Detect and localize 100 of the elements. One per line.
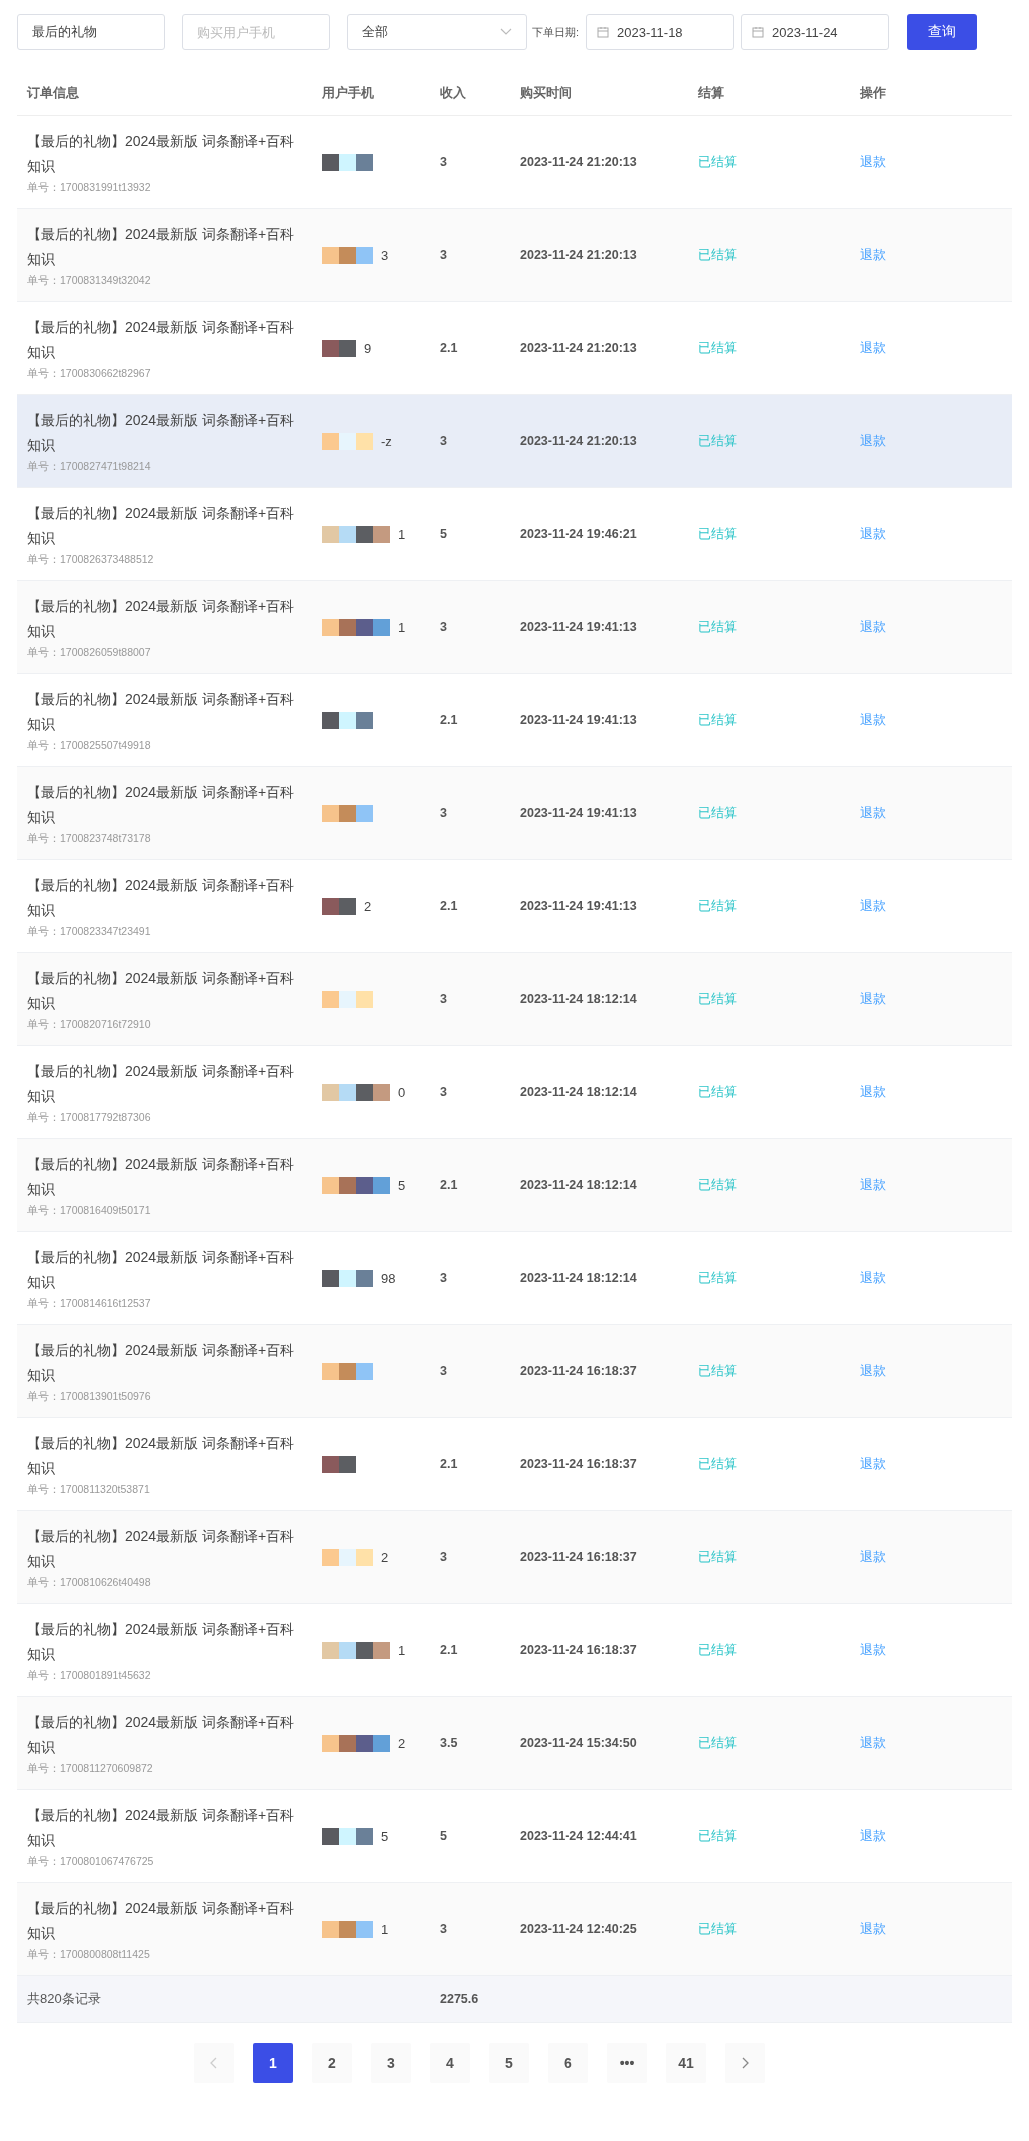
- refund-link[interactable]: 退款: [860, 246, 960, 264]
- page-button[interactable]: 2: [312, 2043, 352, 2083]
- column-header: 操作: [860, 83, 887, 102]
- redaction-mosaic-drawing: [322, 1920, 373, 1938]
- time-cell-text: 2023-11-24 16:18:37: [520, 1550, 638, 1564]
- order-number: 单号：1700827471t98214: [27, 460, 152, 474]
- income-cell-text: 3: [440, 1922, 448, 1936]
- product-title: 【最后的礼物】2024最新版 词条翻译+百科知识: [27, 1434, 296, 1478]
- order-number: 单号：1700820716t72910: [27, 1018, 152, 1032]
- previous-page-button[interactable]: [194, 2043, 234, 2083]
- settlement-status: 已结算: [698, 1362, 738, 1380]
- order-number: 单号：1700823347t23491: [27, 925, 152, 939]
- redaction-mosaic-drawing: [322, 1641, 390, 1659]
- settlement-status: 已结算: [698, 246, 738, 264]
- refund-link[interactable]: 退款: [860, 1641, 960, 1659]
- refund-link[interactable]: 退款: [860, 1455, 960, 1473]
- settlement-status: 已结算: [698, 1083, 738, 1101]
- income-cell-text: 2.1: [440, 1643, 459, 1657]
- phone-fragment: -z: [381, 433, 392, 449]
- product-title: 【最后的礼物】2024最新版 词条翻译+百科知识: [27, 1527, 296, 1571]
- column-header: 订单信息: [26, 83, 80, 102]
- product-title: 【最后的礼物】2024最新版 词条翻译+百科知识: [27, 1062, 296, 1106]
- time-cell-text: 2023-11-24 18:12:14: [520, 1085, 638, 1099]
- refund-link[interactable]: 退款: [860, 432, 960, 450]
- time-cell-text: 2023-11-24 19:41:13: [520, 806, 638, 820]
- phone-fragment: 2: [364, 898, 372, 914]
- refund-link[interactable]: 退款: [860, 897, 960, 915]
- date-from-field[interactable]: 2023-11-18: [586, 14, 735, 50]
- time-cell-text: 2023-11-24 16:18:37: [520, 1643, 638, 1657]
- total-records: 共820条记录: [26, 1990, 102, 2008]
- search-button[interactable]: 查询: [907, 14, 978, 50]
- refund-link[interactable]: 退款: [860, 618, 960, 636]
- refund-link[interactable]: 退款: [860, 804, 960, 822]
- page-button[interactable]: 6: [548, 2043, 588, 2083]
- income-cell-text: 2.1: [440, 1457, 459, 1471]
- income-cell-text: 3: [440, 1550, 448, 1564]
- income-cell-text: 3: [440, 1364, 448, 1378]
- product-field[interactable]: 最后的礼物: [17, 14, 165, 50]
- settlement-status: 已结算: [698, 339, 738, 357]
- product-title: 【最后的礼物】2024最新版 词条翻译+百科知识: [27, 1155, 296, 1199]
- refund-link[interactable]: 退款: [860, 153, 960, 171]
- phone-fragment: 1: [381, 1921, 389, 1937]
- order-number: 单号：1700823748t73178: [27, 832, 152, 846]
- settlement-status: 已结算: [698, 1827, 738, 1845]
- refund-link[interactable]: 退款: [860, 990, 960, 1008]
- refund-link[interactable]: 退款: [860, 525, 960, 543]
- product-title: 【最后的礼物】2024最新版 词条翻译+百科知识: [27, 411, 296, 455]
- redaction-mosaic-drawing: [322, 804, 373, 822]
- order-number: 单号：1700801067476725: [27, 1855, 155, 1869]
- redaction-mosaic-drawing: [322, 153, 373, 171]
- product-title: 【最后的礼物】2024最新版 词条翻译+百科知识: [27, 1899, 296, 1943]
- page-button[interactable]: 3: [371, 2043, 411, 2083]
- redaction-mosaic-drawing: [322, 1548, 373, 1566]
- product-title: 【最后的礼物】2024最新版 词条翻译+百科知识: [27, 1341, 296, 1385]
- product-title: 【最后的礼物】2024最新版 词条翻译+百科知识: [27, 690, 296, 734]
- redaction-mosaic-drawing: [322, 525, 390, 543]
- phone-fragment: 0: [398, 1084, 406, 1100]
- page-button[interactable]: 41: [666, 2043, 706, 2083]
- next-page-button[interactable]: [725, 2043, 765, 2083]
- product-title: 【最后的礼物】2024最新版 词条翻译+百科知识: [27, 132, 296, 176]
- income-cell-text: 3: [440, 248, 448, 262]
- refund-link[interactable]: 退款: [860, 1362, 960, 1380]
- time-cell-text: 2023-11-24 21:20:13: [520, 434, 638, 448]
- settlement-status: 已结算: [698, 618, 738, 636]
- settlement-status: 已结算: [698, 1176, 738, 1194]
- chevron-down-icon: [500, 28, 512, 36]
- settlement-status: 已结算: [698, 990, 738, 1008]
- date-label: 下单日期:: [532, 24, 580, 40]
- order-number: 单号：1700831349t32042: [27, 274, 152, 288]
- refund-link[interactable]: 退款: [860, 1176, 960, 1194]
- income-cell-text: 3: [440, 620, 448, 634]
- phone-fragment: 5: [381, 1828, 389, 1844]
- refund-link[interactable]: 退款: [860, 1920, 960, 1938]
- income-cell-text: 3: [440, 434, 448, 448]
- page-button[interactable]: 5: [489, 2043, 529, 2083]
- refund-link[interactable]: 退款: [860, 1083, 960, 1101]
- refund-link[interactable]: 退款: [860, 1734, 960, 1752]
- phone-fragment: 9: [364, 340, 372, 356]
- refund-link[interactable]: 退款: [860, 1548, 960, 1566]
- page-button[interactable]: •••: [607, 2043, 647, 2083]
- redaction-mosaic-drawing: [322, 1734, 390, 1752]
- date-to-field[interactable]: 2023-11-24: [741, 14, 890, 50]
- column-header: 购买时间: [520, 83, 573, 102]
- product-title: 【最后的礼物】2024最新版 词条翻译+百科知识: [27, 876, 296, 920]
- refund-link[interactable]: 退款: [860, 711, 960, 729]
- settlement-status: 已结算: [698, 1269, 738, 1287]
- phone-fragment: 3: [381, 247, 389, 263]
- settlement-status: 已结算: [698, 1734, 738, 1752]
- page-button[interactable]: 1: [253, 2043, 293, 2083]
- refund-link[interactable]: 退款: [860, 1827, 960, 1845]
- product-title: 【最后的礼物】2024最新版 词条翻译+百科知识: [27, 1620, 296, 1664]
- status-select[interactable]: 全部: [347, 14, 527, 50]
- phone-field[interactable]: 购买用户手机: [182, 14, 330, 50]
- order-number: 单号：1700813901t50976: [27, 1390, 152, 1404]
- page-button[interactable]: 4: [430, 2043, 470, 2083]
- settlement-status: 已结算: [698, 525, 738, 543]
- refund-link[interactable]: 退款: [860, 339, 960, 357]
- refund-link[interactable]: 退款: [860, 1269, 960, 1287]
- time-cell-text: 2023-11-24 16:18:37: [520, 1457, 638, 1471]
- calendar-icon: [597, 26, 610, 38]
